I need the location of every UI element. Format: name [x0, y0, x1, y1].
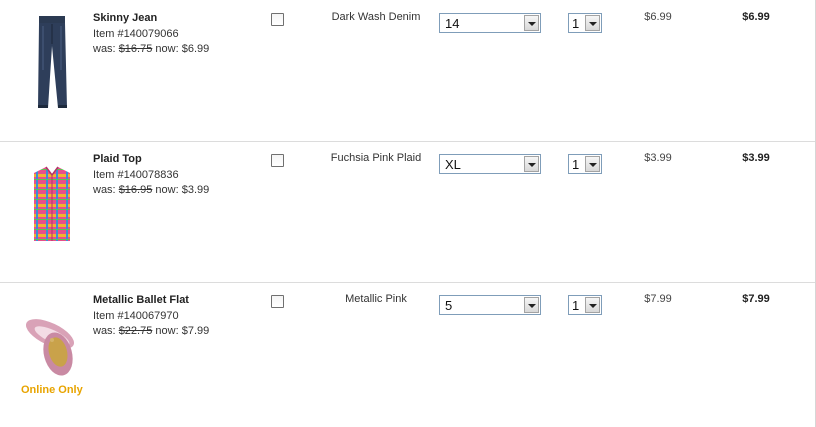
item-color: Metallic Pink [345, 293, 407, 305]
was-label: was: [93, 325, 116, 337]
product-image[interactable] [22, 10, 82, 110]
quantity-select[interactable]: 1 [568, 154, 602, 174]
was-price: $16.95 [118, 184, 153, 196]
size-select[interactable]: XL [439, 154, 541, 174]
size-select[interactable]: 5 [439, 295, 541, 315]
size-value: XL [445, 157, 461, 172]
quantity-select[interactable]: 1 [568, 13, 602, 33]
size-select[interactable]: 14 [439, 13, 541, 33]
dropdown-arrow-icon[interactable] [524, 156, 539, 172]
now-label: now: [155, 325, 179, 337]
jeans-icon [38, 16, 67, 108]
now-label: now: [155, 43, 179, 55]
size-value: 14 [445, 16, 460, 31]
was-price: $16.75 [118, 43, 153, 55]
product-info: Metallic Ballet Flat Item #140067970 was… [93, 293, 209, 340]
quantity-value: 1 [572, 298, 580, 313]
now-price: $7.99 [181, 325, 210, 337]
product-image[interactable] [22, 292, 82, 392]
online-only-badge: Online Only [21, 384, 83, 396]
product-name[interactable]: Metallic Ballet Flat [93, 293, 209, 309]
dropdown-arrow-icon[interactable] [585, 156, 600, 172]
product-name[interactable]: Plaid Top [93, 152, 209, 168]
item-checkbox[interactable] [271, 154, 284, 167]
item-checkbox[interactable] [271, 13, 284, 26]
size-value: 5 [445, 298, 453, 313]
price-line: was: $22.75 now: $7.99 [93, 324, 209, 340]
item-number: Item #140078836 [93, 168, 179, 181]
cart-row: Plaid Top Item #140078836 was: $16.95 no… [0, 141, 815, 283]
product-info: Skinny Jean Item #140079066 was: $16.75 … [93, 11, 209, 58]
unit-price: $7.99 [644, 293, 672, 305]
cart-row: Online Only Metallic Ballet Flat Item #1… [0, 282, 815, 423]
now-price: $6.99 [181, 43, 210, 55]
quantity-value: 1 [572, 157, 580, 172]
price-line: was: $16.95 now: $3.99 [93, 183, 209, 199]
now-label: now: [155, 184, 179, 196]
product-info: Plaid Top Item #140078836 was: $16.95 no… [93, 152, 209, 199]
was-label: was: [93, 43, 116, 55]
cart-row: Skinny Jean Item #140079066 was: $16.75 … [0, 0, 815, 142]
unit-price: $3.99 [644, 152, 672, 164]
line-total: $3.99 [742, 152, 770, 164]
item-number: Item #140067970 [93, 309, 179, 322]
shopping-cart-table: Skinny Jean Item #140079066 was: $16.75 … [0, 0, 816, 427]
line-total: $6.99 [742, 11, 770, 23]
plaid-shirt-icon [34, 166, 70, 241]
product-image[interactable] [22, 151, 82, 251]
line-total: $7.99 [742, 293, 770, 305]
dropdown-arrow-icon[interactable] [585, 297, 600, 313]
item-color: Fuchsia Pink Plaid [330, 152, 422, 164]
dropdown-arrow-icon[interactable] [524, 15, 539, 31]
quantity-select[interactable]: 1 [568, 295, 602, 315]
was-price: $22.75 [118, 325, 153, 337]
unit-price: $6.99 [644, 11, 672, 23]
ballet-flat-icon [25, 319, 75, 376]
product-name[interactable]: Skinny Jean [93, 11, 209, 27]
item-checkbox[interactable] [271, 295, 284, 308]
quantity-value: 1 [572, 16, 580, 31]
now-price: $3.99 [181, 184, 210, 196]
was-label: was: [93, 184, 116, 196]
price-line: was: $16.75 now: $6.99 [93, 42, 209, 58]
dropdown-arrow-icon[interactable] [585, 15, 600, 31]
item-number: Item #140079066 [93, 27, 179, 40]
dropdown-arrow-icon[interactable] [524, 297, 539, 313]
item-color: Dark Wash Denim [331, 11, 421, 23]
